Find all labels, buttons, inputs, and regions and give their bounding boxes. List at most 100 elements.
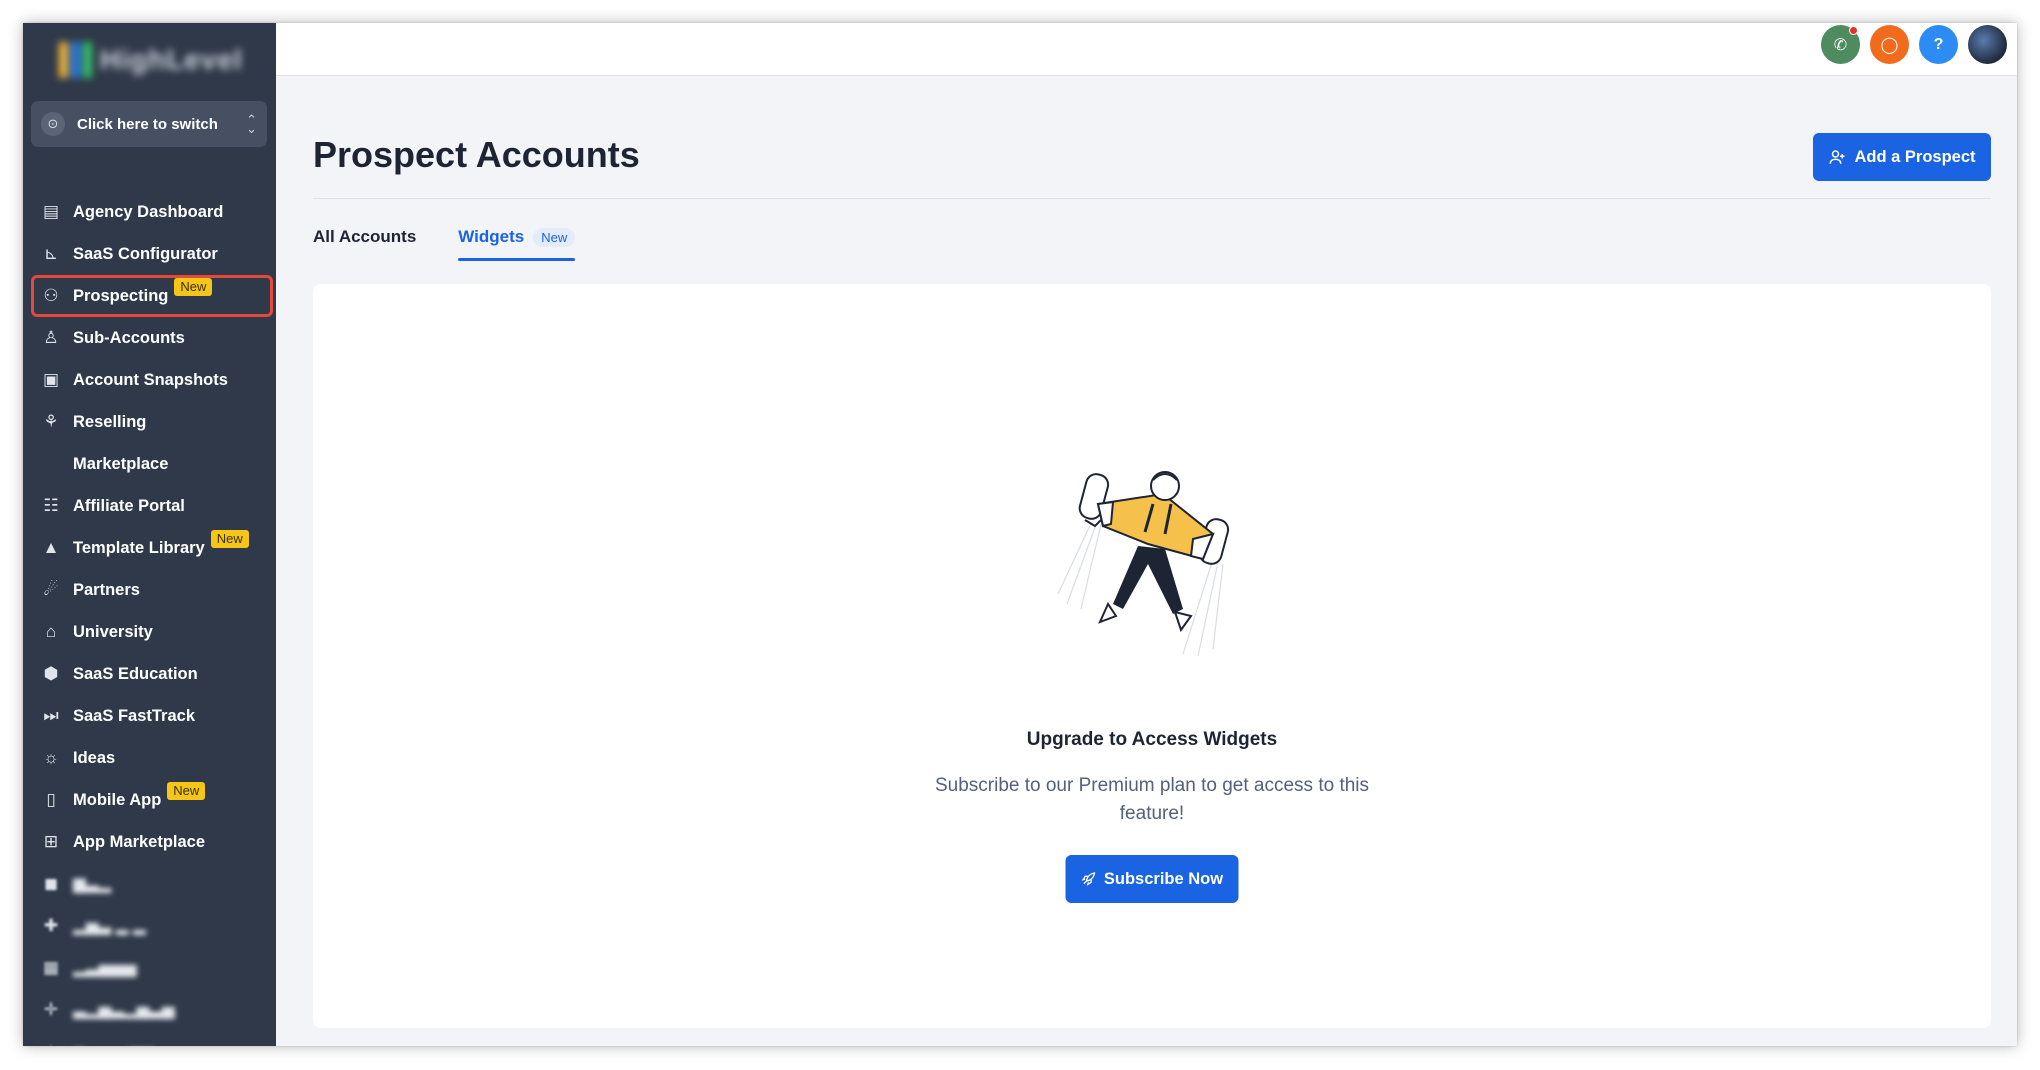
sidebar-item-saas-configurator[interactable]: ⊾ SaaS Configurator [23,233,276,275]
help-button[interactable]: ? [1919,25,1958,64]
sidebar-item-affiliate-portal[interactable]: ☷ Affiliate Portal [23,485,276,527]
sidebar-item-saas-education[interactable]: ⬢ SaaS Education [23,653,276,695]
sidebar-item-label: Template Library [73,538,205,557]
new-badge: New [533,227,576,247]
redacted-icon: ✚ [43,916,59,935]
redacted-label: ▅▂ ▂▃▅▅ [73,1042,154,1046]
chart-icon: ⊾ [43,244,59,263]
help-icon: ? [1933,35,1944,53]
chat-icon: ✆ [1833,36,1848,54]
redacted-icon: ▦ [42,958,60,977]
user-search-icon: ⚇ [43,286,59,305]
tab-all-accounts[interactable]: All Accounts [313,227,416,261]
empty-state-card: Upgrade to Access Widgets Subscribe to o… [313,284,1991,1028]
sidebar-item-template-library[interactable]: ▲ Template Library New [23,527,276,569]
sidebar-nav: ▤ Agency Dashboard ⊾ SaaS Configurator ⚇… [23,191,276,1046]
location-icon: ⊙ [41,112,65,136]
subscribe-now-label: Subscribe Now [1103,869,1224,888]
fast-forward-icon: ⏭ [43,706,59,725]
phone-icon: ▯ [46,790,56,809]
sidebar-item-label: Marketplace [73,454,169,473]
user-icon: ♙ [43,328,59,347]
redacted-label: ▂▅▃ ▂ ▂ [73,917,146,935]
notifications-button[interactable]: ✆ [1821,25,1860,64]
account-switcher[interactable]: ⊙ Click here to switch ⌃ ⌄ [31,101,267,147]
redacted-icon: ◼ [43,874,59,893]
package-icon: ⬢ [43,664,59,683]
sidebar-item-redacted[interactable]: ▦ ▂▃▅▅▅ [23,947,276,989]
grid-icon: ⊞ [43,832,59,851]
lightbulb-icon: ☼ [43,748,59,767]
divider [313,198,1991,199]
sidebar-item-label: Reselling [73,412,147,431]
tab-widgets[interactable]: Widgets New [458,227,576,261]
announcements-button[interactable]: ◯ [1870,25,1909,64]
new-badge: New [174,278,213,296]
sidebar-item-app-marketplace[interactable]: ⊞ App Marketplace [23,821,276,863]
logo-text: HighLevel [100,44,243,75]
topbar-actions: ✆ ◯ ? [1821,25,2007,64]
app-window: HighLevel ⊙ Click here to switch ⌃ ⌄ ▤ Ag… [23,23,2017,1046]
sidebar-item-reselling[interactable]: ⚘ Reselling [23,401,276,443]
sidebar-item-redacted[interactable]: ✛ ▃▂▅▃▂▅▃▅ [23,989,276,1031]
user-avatar[interactable] [1968,25,2007,64]
sidebar-item-agency-dashboard[interactable]: ▤ Agency Dashboard [23,191,276,233]
logo[interactable]: HighLevel [59,37,242,83]
sidebar-item-label: Mobile App [73,790,162,809]
redacted-label: ▆▃▂ [73,875,112,893]
sidebar-item-saas-fasttrack[interactable]: ⏭ SaaS FastTrack [23,695,276,737]
sidebar-item-partners[interactable]: ☄ Partners [23,569,276,611]
shapes-icon: ▲ [42,538,60,557]
sidebar-item-redacted[interactable]: ◼ ▆▃▂ [23,863,276,905]
sidebar-item-label: App Marketplace [73,832,206,851]
dashboard-icon: ▤ [42,202,60,221]
sidebar-item-label: Account Snapshots [73,370,228,389]
add-prospect-button[interactable]: Add a Prospect [1813,133,1991,181]
sidebar-item-redacted[interactable]: ✦ ▅▂ ▂▃▅▅ [23,1031,276,1046]
sidebar-item-label: Affiliate Portal [73,496,185,515]
sidebar: HighLevel ⊙ Click here to switch ⌃ ⌄ ▤ Ag… [23,23,276,1046]
sidebar-item-label: Prospecting [73,286,169,305]
sidebar-item-label: Agency Dashboard [73,202,224,221]
snapshot-icon: ▣ [42,370,60,389]
graduation-cap-icon: ⌂ [45,622,57,641]
rocket-icon [1082,872,1096,886]
sidebar-item-ideas[interactable]: ☼ Ideas [23,737,276,779]
main-content: Prospect Accounts Add a Prospect All Acc… [276,77,2017,1046]
subscribe-now-button[interactable]: Subscribe Now [1065,855,1239,903]
sidebar-item-label: University [73,622,153,641]
new-badge: New [167,782,206,800]
sidebar-item-label: SaaS Configurator [73,244,218,263]
empty-state-description: Subscribe to our Premium plan to get acc… [934,775,1370,824]
sidebar-item-label: Ideas [73,748,116,767]
sidebar-item-redacted[interactable]: ✚ ▂▅▃ ▂ ▂ [23,905,276,947]
network-icon: ⚘ [43,412,59,431]
chevron-updown-icon: ⌃ ⌄ [246,112,257,136]
sidebar-item-marketplace[interactable]: Marketplace [23,443,276,485]
redacted-icon: ✛ [43,1000,59,1019]
switcher-label: Click here to switch [77,115,218,133]
sidebar-item-mobile-app[interactable]: ▯ Mobile App New [23,779,276,821]
sidebar-item-prospecting[interactable]: ⚇ Prospecting New [31,275,273,317]
redacted-label: ▃▂▅▃▂▅▃▅ [73,1001,175,1019]
tab-label: All Accounts [313,227,417,246]
sidebar-item-label: Sub-Accounts [73,328,185,347]
users-icon: ☷ [43,496,59,515]
tab-label: Widgets [458,227,525,246]
sidebar-item-university[interactable]: ⌂ University [23,611,276,653]
bell-icon: ◯ [1880,36,1899,54]
topbar: ✆ ◯ ? [276,23,2017,76]
sidebar-item-account-snapshots[interactable]: ▣ Account Snapshots [23,359,276,401]
blank-icon [40,453,62,475]
redacted-icon: ✦ [40,1041,62,1046]
sidebar-item-sub-accounts[interactable]: ♙ Sub-Accounts [23,317,276,359]
tabs: All Accounts Widgets New [313,227,576,261]
add-prospect-label: Add a Prospect [1854,147,1976,166]
logo-mark [59,42,92,78]
page-title: Prospect Accounts [313,134,640,175]
new-badge: New [210,530,249,548]
empty-state-title: Upgrade to Access Widgets [1026,729,1278,750]
notification-dot [1849,26,1858,35]
handshake-icon: ☄ [43,580,59,599]
jetpack-illustration [1057,471,1230,657]
